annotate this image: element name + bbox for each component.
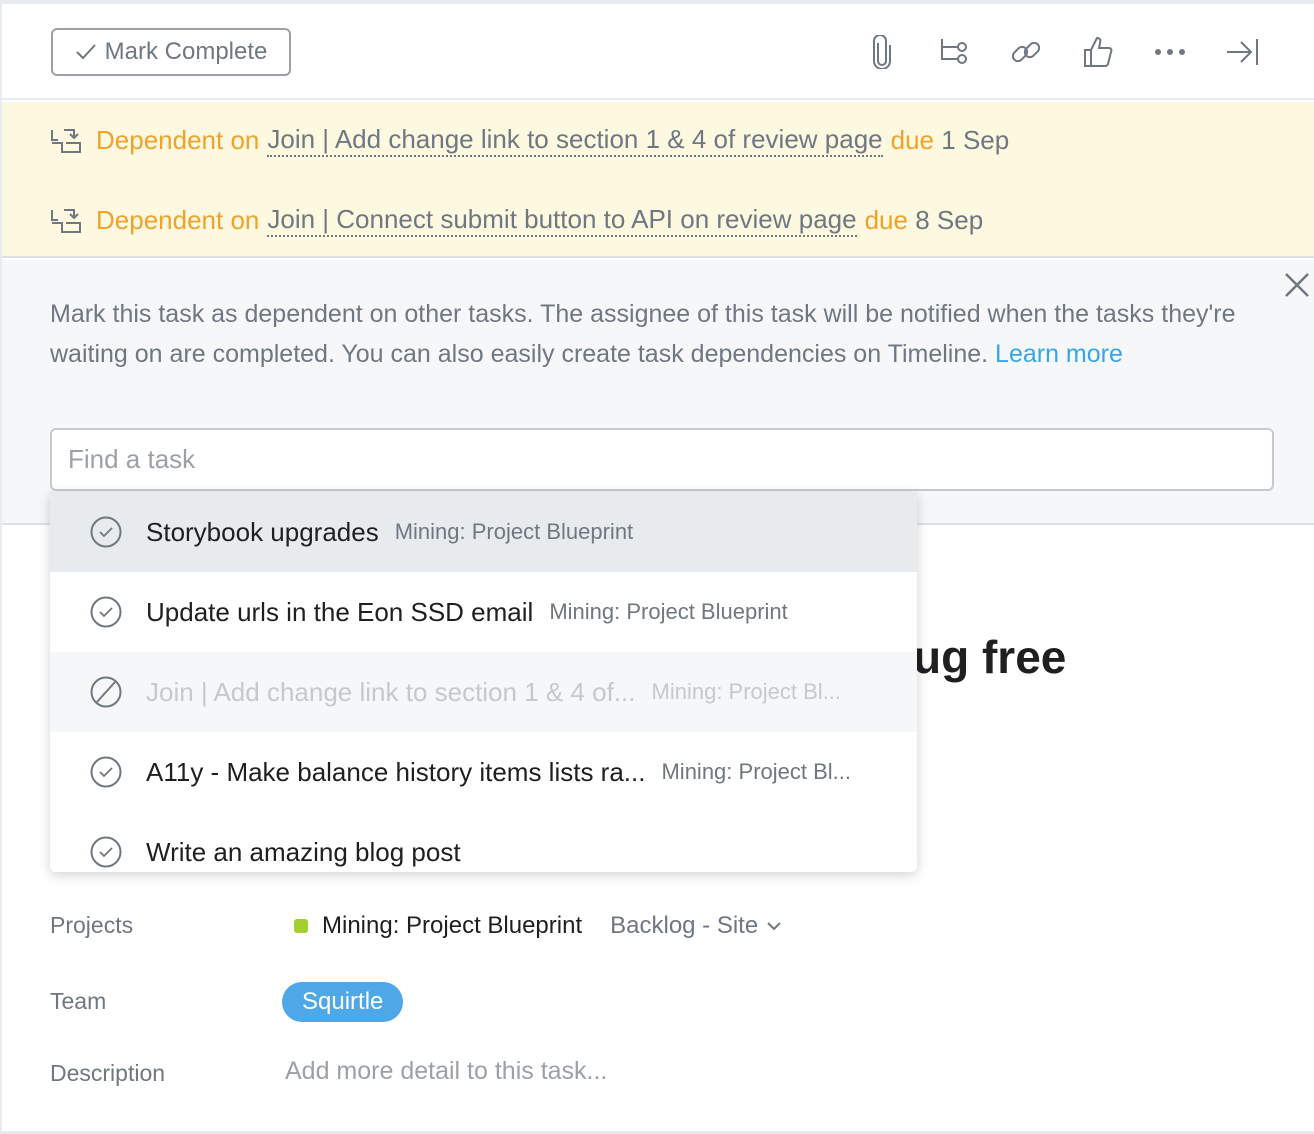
find-task-input[interactable] — [50, 428, 1274, 491]
result-item[interactable]: A11y - Make balance history items lists … — [50, 732, 917, 812]
dependency-prefix: Dependent on — [96, 125, 260, 155]
check-circle-icon — [90, 596, 122, 628]
team-pill[interactable]: Squirtle — [282, 982, 404, 1022]
result-name: Storybook upgrades — [146, 516, 379, 547]
dependency-item: Dependent on Join | Add change link to s… — [50, 124, 1009, 157]
close-pane-icon[interactable] — [1224, 34, 1260, 70]
project-row: Mining: Project Blueprint Backlog - Site — [294, 912, 782, 940]
learn-more-link[interactable]: Learn more — [995, 340, 1123, 368]
more-icon[interactable] — [1152, 34, 1188, 70]
result-name: Join | Add change link to section 1 & 4 … — [146, 676, 636, 707]
result-item[interactable]: Update urls in the Eon SSD email Mining: … — [50, 572, 917, 652]
link-icon[interactable] — [1008, 34, 1044, 70]
check-icon — [75, 44, 96, 60]
team-label: Team — [50, 988, 107, 1014]
chevron-down-icon — [767, 922, 781, 931]
dependency-prefix: Dependent on — [96, 205, 260, 235]
close-icon[interactable] — [1282, 270, 1312, 300]
section-dropdown[interactable]: Backlog - Site — [610, 912, 782, 940]
projects-label: Projects — [50, 912, 134, 938]
dependency-item: Dependent on Join | Connect submit butto… — [50, 204, 983, 237]
result-project: Mining: Project Blueprint — [394, 519, 634, 544]
due-date: 1 Sep — [941, 125, 1010, 155]
dependency-icon — [51, 208, 81, 233]
info-text: Mark this task as dependent on other tas… — [50, 294, 1270, 374]
due-label: due — [890, 125, 935, 155]
description-label: Description — [50, 1060, 166, 1086]
result-project: Mining: Project Blueprint — [549, 599, 788, 624]
project-color-dot — [294, 919, 308, 933]
dependency-panel: Mark this task as dependent on other tas… — [2, 260, 1314, 525]
section-label: Backlog - Site — [610, 912, 759, 939]
task-search-results: Storybook upgrades Mining: Project Bluepr… — [50, 492, 917, 872]
project-link[interactable]: Mining: Project Blueprint — [322, 912, 582, 940]
blocked-icon — [90, 676, 122, 708]
result-name: A11y - Make balance history items lists … — [146, 756, 646, 787]
paperclip-icon[interactable] — [864, 34, 900, 70]
result-item[interactable]: Write an amazing blog post — [50, 812, 917, 872]
toolbar: Mark Complete — [2, 4, 1314, 100]
dependencies-banner: Dependent on Join | Add change link to s… — [2, 102, 1314, 258]
check-circle-icon — [90, 836, 122, 868]
check-circle-icon — [90, 756, 122, 788]
dependency-task-link[interactable]: Join | Add change link to section 1 & 4 … — [267, 124, 883, 157]
result-project: Mining: Project Bl... — [651, 679, 842, 704]
task-title[interactable]: ug free — [913, 630, 1066, 684]
result-item[interactable]: Storybook upgrades Mining: Project Bluepr… — [50, 492, 917, 572]
check-circle-icon — [90, 516, 122, 548]
dependency-task-link[interactable]: Join | Connect submit button to API on r… — [267, 204, 857, 237]
result-item-disabled: Join | Add change link to section 1 & 4 … — [50, 652, 917, 732]
due-date: 8 Sep — [915, 205, 984, 235]
thumbs-up-icon[interactable] — [1080, 34, 1116, 70]
dependency-icon — [51, 128, 81, 153]
subtask-icon[interactable] — [936, 34, 972, 70]
result-name: Update urls in the Eon SSD email — [146, 596, 534, 627]
mark-complete-button[interactable]: Mark Complete — [51, 28, 291, 76]
mark-complete-label: Mark Complete — [104, 38, 268, 65]
result-project: Mining: Project Bl... — [661, 759, 851, 784]
due-label: due — [864, 205, 908, 235]
description-field[interactable]: Add more detail to this task... — [285, 1057, 607, 1086]
result-name: Write an amazing blog post — [146, 836, 461, 867]
